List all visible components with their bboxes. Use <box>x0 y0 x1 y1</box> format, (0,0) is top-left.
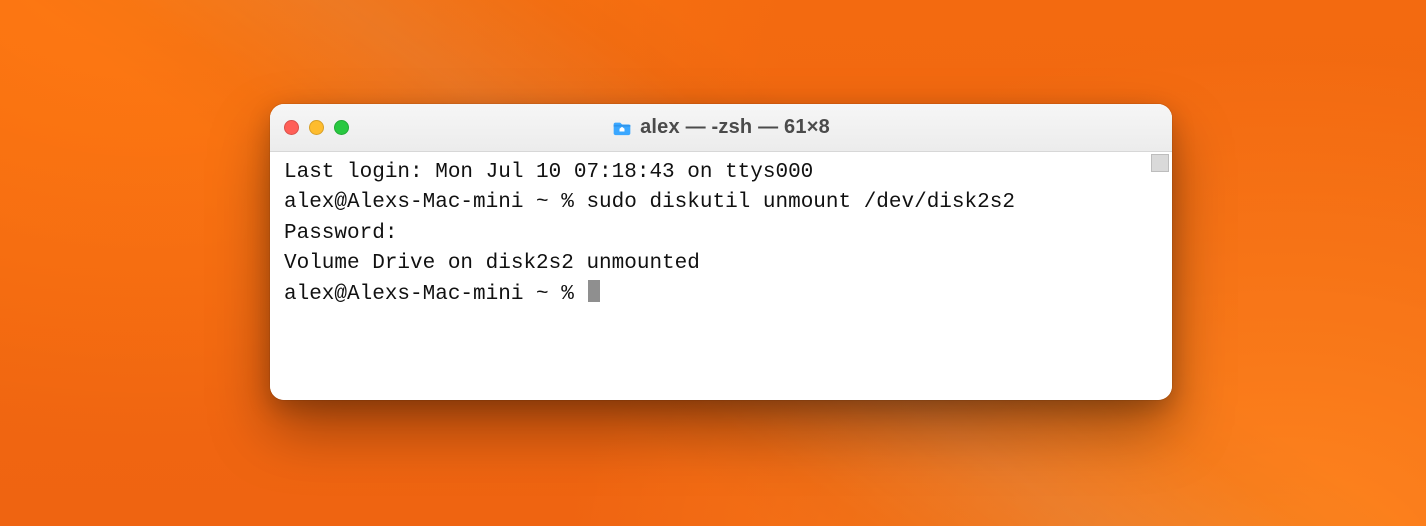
line-password: Password: <box>284 219 1158 249</box>
window-title-container: alex — -zsh — 61×8 <box>270 116 1172 139</box>
prompt-2: alex@Alexs-Mac-mini ~ % <box>284 283 586 306</box>
traffic-lights <box>284 120 349 135</box>
line-last-login: Last login: Mon Jul 10 07:18:43 on ttys0… <box>284 158 1158 188</box>
command-1: sudo diskutil unmount /dev/disk2s2 <box>586 191 1014 214</box>
close-button[interactable] <box>284 120 299 135</box>
prompt-1: alex@Alexs-Mac-mini ~ % <box>284 191 586 214</box>
window-titlebar[interactable]: alex — -zsh — 61×8 <box>270 104 1172 152</box>
minimize-button[interactable] <box>309 120 324 135</box>
scroll-indicator[interactable] <box>1151 154 1169 172</box>
line-output-1: Volume Drive on disk2s2 unmounted <box>284 249 1158 279</box>
cursor <box>588 280 600 302</box>
home-folder-icon <box>612 118 632 138</box>
line-command-1: alex@Alexs-Mac-mini ~ % sudo diskutil un… <box>284 188 1158 218</box>
line-prompt-2: alex@Alexs-Mac-mini ~ % <box>284 280 1158 310</box>
terminal-content-wrap: Last login: Mon Jul 10 07:18:43 on ttys0… <box>270 152 1172 400</box>
window-title: alex — -zsh — 61×8 <box>640 116 830 139</box>
terminal-content[interactable]: Last login: Mon Jul 10 07:18:43 on ttys0… <box>270 152 1172 400</box>
zoom-button[interactable] <box>334 120 349 135</box>
terminal-window: alex — -zsh — 61×8 Last login: Mon Jul 1… <box>270 104 1172 400</box>
